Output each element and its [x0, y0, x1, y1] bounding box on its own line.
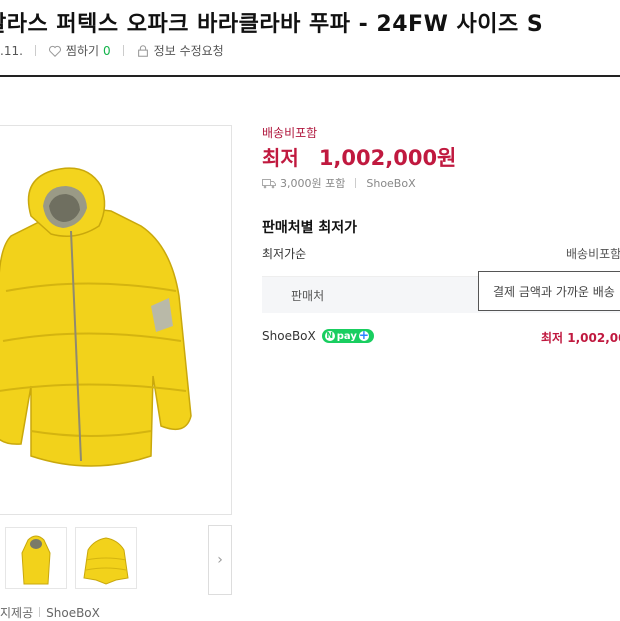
- sellers-section-title: 판매처별 최저가: [262, 220, 358, 236]
- wish-label: 찜하기: [65, 44, 100, 58]
- lowest-price-label: 최저: [262, 146, 299, 170]
- seller-price[interactable]: 최저 1,002,000: [541, 329, 620, 346]
- divider: [355, 178, 357, 188]
- shipping-included-label: 배송비포함: [262, 126, 318, 140]
- title-divider: [0, 75, 620, 77]
- tooltip-box: 결제 금액과 가까운 배송: [478, 271, 620, 311]
- thumbnail[interactable]: [75, 527, 137, 589]
- heart-icon: [48, 45, 61, 57]
- sort-lowest-button[interactable]: 최저가순: [262, 245, 306, 262]
- thumbnail-image: [21, 535, 51, 585]
- lowest-price-value: 1,002,000원: [318, 146, 457, 170]
- product-title: 칼라스 퍼텍스 오파크 바라클라바 푸파 - 24FW 사이즈 S: [0, 12, 544, 37]
- product-meta: .11. 찜하기 0 정보 수정요청: [0, 42, 224, 59]
- wish-button[interactable]: 찜하기 0: [48, 42, 111, 59]
- edit-request-label: 정보 수정요청: [153, 44, 224, 58]
- npay-logo-icon: N: [324, 331, 335, 341]
- thumbnail-next-button[interactable]: ›: [208, 525, 232, 595]
- shipping-fee: 3,000원 포함: [280, 177, 346, 190]
- shipping-info: 3,000원 포함 ShoeBoX: [262, 175, 416, 191]
- divider: [122, 45, 124, 56]
- divider: [39, 607, 41, 617]
- edit-request-button[interactable]: 정보 수정요청: [136, 42, 224, 59]
- lock-icon: [137, 44, 148, 57]
- thumbnail[interactable]: [5, 527, 67, 589]
- jacket-illustration: [0, 167, 192, 467]
- register-date: .11.: [0, 43, 23, 58]
- seller-name[interactable]: ShoeBoX: [262, 329, 316, 343]
- seller-row[interactable]: ShoeBoX N pay +: [262, 329, 374, 343]
- credit-source[interactable]: ShoeBoX: [46, 606, 100, 620]
- divider: [34, 45, 36, 56]
- truck-icon: [262, 178, 276, 188]
- credit-label: 지제공: [0, 606, 34, 620]
- wish-count: 0: [103, 43, 111, 58]
- product-image[interactable]: [0, 125, 232, 515]
- lowest-price: 최저 1,002,000원: [262, 142, 456, 172]
- thumbnail-image: [83, 537, 129, 585]
- npay-badge: N pay +: [321, 328, 374, 343]
- npay-label: pay: [336, 330, 357, 342]
- shipping-toggle[interactable]: 배송비포함: [566, 245, 620, 262]
- image-credit: 지제공 ShoeBoX: [0, 604, 100, 621]
- plus-icon: +: [358, 328, 369, 342]
- header-seller: 판매처: [291, 289, 325, 303]
- chevron-right-icon: ›: [217, 552, 223, 568]
- shop-name[interactable]: ShoeBoX: [366, 177, 415, 190]
